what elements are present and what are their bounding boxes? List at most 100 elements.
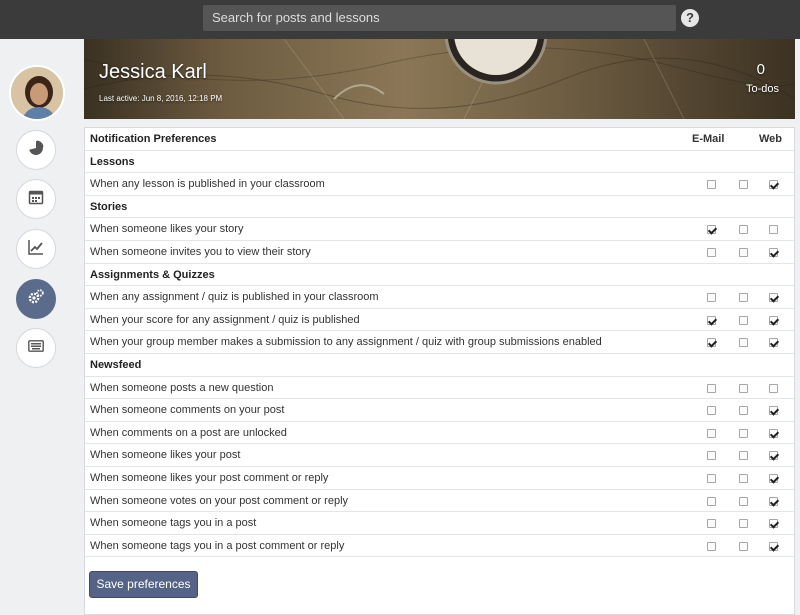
profile-banner: Jessica Karl Last active: Jun 8, 2016, 1… xyxy=(84,39,795,119)
checkbox-1[interactable] xyxy=(707,383,716,393)
checkbox-1[interactable] xyxy=(707,315,716,325)
checkbox-1[interactable] xyxy=(707,451,716,461)
left-sidebar xyxy=(0,39,72,615)
preference-label: When someone comments on your post xyxy=(90,404,285,417)
preference-row: When someone tags you in a post comment … xyxy=(85,535,794,558)
calendar-icon xyxy=(28,189,44,210)
sidebar-item-progress[interactable] xyxy=(16,229,56,269)
checkbox-2[interactable] xyxy=(739,338,748,348)
checkbox-2[interactable] xyxy=(739,496,748,506)
checkbox-2[interactable] xyxy=(739,180,748,190)
section-label: Newsfeed xyxy=(90,359,142,371)
checkbox-2[interactable] xyxy=(739,451,748,461)
preference-row: When any assignment / quiz is published … xyxy=(85,286,794,309)
web-column-header: Web xyxy=(759,133,783,145)
trend-chart-icon xyxy=(28,239,44,260)
checkbox-2[interactable] xyxy=(739,293,748,303)
checkbox-2[interactable] xyxy=(739,383,748,393)
preference-label: When any lesson is published in your cla… xyxy=(90,178,325,191)
preference-row: When your group member makes a submissio… xyxy=(85,331,794,354)
checkbox-3[interactable] xyxy=(769,338,778,348)
preference-row: When someone votes on your post comment … xyxy=(85,490,794,513)
checkbox-3[interactable] xyxy=(769,248,778,257)
sidebar-item-keyboard[interactable] xyxy=(16,328,56,368)
email-column-header: E-Mail xyxy=(692,133,725,145)
sidebar-item-dashboard[interactable] xyxy=(16,130,56,170)
user-name: Jessica Karl xyxy=(99,61,207,83)
checkbox-3[interactable] xyxy=(769,496,778,506)
section-heading: Assignments & Quizzes xyxy=(85,264,794,287)
preference-row: When someone likes your story xyxy=(85,218,794,241)
checkbox-2[interactable] xyxy=(739,248,748,257)
checkbox-2[interactable] xyxy=(739,406,748,416)
section-label: Stories xyxy=(90,200,128,213)
checkbox-3[interactable] xyxy=(769,474,778,483)
checkbox-3[interactable] xyxy=(769,406,778,416)
preference-label: When comments on a post are unlocked xyxy=(90,426,287,439)
checkbox-2[interactable] xyxy=(739,225,748,235)
save-preferences-button[interactable]: Save preferences xyxy=(89,571,198,598)
preference-label: When someone tags you in a post comment … xyxy=(90,539,345,552)
preference-label: When someone likes your post comment or … xyxy=(90,472,329,484)
checkbox-1[interactable] xyxy=(707,406,716,416)
preference-label: When someone votes on your post comment … xyxy=(90,494,349,507)
checkbox-3[interactable] xyxy=(769,180,778,190)
preference-label: When your group member makes a submissio… xyxy=(90,336,602,349)
checkbox-1[interactable] xyxy=(707,293,716,303)
section-heading: Stories xyxy=(85,196,794,219)
section-label: Assignments & Quizzes xyxy=(90,268,215,281)
help-icon[interactable]: ? xyxy=(681,9,699,27)
section-label: Lessons xyxy=(90,155,135,168)
checkbox-2[interactable] xyxy=(739,474,748,483)
pie-chart-icon xyxy=(28,140,44,161)
prefs-header-row: Notification Preferences E-Mail Web xyxy=(85,128,794,151)
checkbox-1[interactable] xyxy=(707,474,716,483)
checkbox-3[interactable] xyxy=(769,451,778,461)
checkbox-3[interactable] xyxy=(769,428,778,438)
preference-label: When someone tags you in a post xyxy=(90,517,257,530)
preference-row: When someone comments on your post xyxy=(85,399,794,422)
checkbox-1[interactable] xyxy=(707,180,716,190)
checkbox-1[interactable] xyxy=(707,496,716,506)
preference-label: When any assignment / quiz is published … xyxy=(90,291,379,304)
preference-row: When any lesson is published in your cla… xyxy=(85,173,794,196)
checkbox-3[interactable] xyxy=(769,541,778,551)
top-bar: Search for posts and lessons ? xyxy=(0,0,800,39)
preference-row: When someone likes your post xyxy=(85,444,794,467)
checkbox-3[interactable] xyxy=(769,315,778,325)
search-input[interactable]: Search for posts and lessons xyxy=(203,5,676,31)
checkbox-1[interactable] xyxy=(707,428,716,438)
preference-row: When someone invites you to view their s… xyxy=(85,241,794,264)
keyboard-icon xyxy=(28,339,44,357)
preference-label: When your score for any assignment / qui… xyxy=(90,313,360,326)
sidebar-item-settings[interactable] xyxy=(16,279,56,319)
section-heading: Newsfeed xyxy=(85,354,794,377)
checkbox-3[interactable] xyxy=(769,293,778,303)
last-active: Last active: Jun 8, 2016, 12:18 PM xyxy=(99,94,223,103)
preference-row: When your score for any assignment / qui… xyxy=(85,309,794,332)
checkbox-3[interactable] xyxy=(769,519,778,529)
avatar[interactable] xyxy=(9,65,65,121)
checkbox-2[interactable] xyxy=(739,541,748,551)
preference-row: When someone posts a new question xyxy=(85,377,794,400)
checkbox-3[interactable] xyxy=(769,225,778,235)
checkbox-1[interactable] xyxy=(707,338,716,348)
prefs-title: Notification Preferences xyxy=(90,133,217,145)
checkbox-3[interactable] xyxy=(769,383,778,393)
sidebar-item-calendar[interactable] xyxy=(16,179,56,219)
preference-label: When someone posts a new question xyxy=(90,381,274,394)
notification-preferences-panel: Notification Preferences E-Mail Web Less… xyxy=(84,127,795,615)
checkbox-1[interactable] xyxy=(707,248,716,257)
todo-count[interactable]: 0 xyxy=(757,61,765,78)
gears-icon xyxy=(27,288,45,311)
preference-label: When someone likes your story xyxy=(90,223,244,236)
checkbox-2[interactable] xyxy=(739,519,748,529)
checkbox-1[interactable] xyxy=(707,225,716,235)
checkbox-2[interactable] xyxy=(739,428,748,438)
checkbox-2[interactable] xyxy=(739,315,748,325)
section-heading: Lessons xyxy=(85,151,794,174)
todo-label[interactable]: To-dos xyxy=(746,83,779,95)
checkbox-1[interactable] xyxy=(707,519,716,529)
preference-label: When someone likes your post xyxy=(90,449,241,462)
checkbox-1[interactable] xyxy=(707,541,716,551)
